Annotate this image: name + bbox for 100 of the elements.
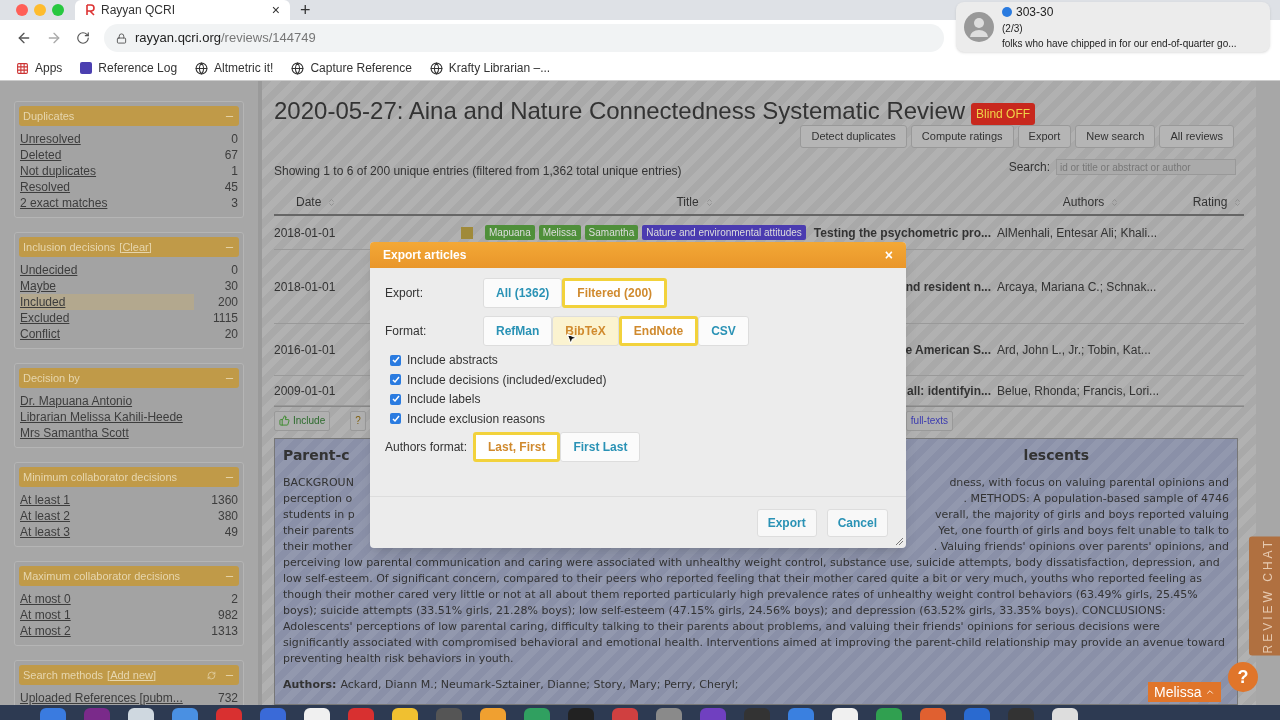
refresh-icon[interactable] (207, 670, 216, 680)
entries-summary: Showing 1 to 6 of 200 unique entries (filtered from 1,362 total unique entries) (274, 163, 682, 180)
filter-item[interactable]: At most 0 2 (20, 591, 238, 607)
filter-item[interactable]: Not duplicates 1 (20, 163, 238, 179)
dock-app-icon[interactable] (832, 708, 858, 720)
bookmark[interactable]: Krafty Librarian –... (429, 59, 551, 77)
url-text: rayyan.qcri.org/reviews/144749 (135, 29, 316, 48)
blind-status-badge[interactable]: Blind OFF (971, 103, 1036, 125)
checkbox[interactable] (390, 374, 401, 386)
filter-item[interactable]: Conflict 20 (20, 326, 238, 342)
notification-title: 303-30 (1016, 4, 1054, 21)
dock-app-icon[interactable] (1052, 708, 1078, 720)
export-option[interactable]: Filtered (200) (562, 278, 668, 308)
date-cell-text: 2018-01-01 (274, 278, 336, 296)
title-cell[interactable]: nd resident n... (905, 277, 991, 296)
filter-item[interactable]: Included 200 (20, 294, 238, 310)
format-option[interactable]: CSV (698, 316, 749, 346)
toolbar-button[interactable]: Compute ratings (910, 125, 1014, 148)
dock-app-icon[interactable] (304, 708, 330, 720)
reload-icon[interactable] (76, 31, 90, 45)
dock-app-icon[interactable] (392, 708, 418, 720)
filter-item[interactable]: At most 1 982 (20, 607, 238, 623)
column-header[interactable]: Date (274, 193, 399, 211)
close-window-icon[interactable] (16, 4, 28, 16)
checkbox[interactable] (390, 393, 401, 405)
include-button[interactable]: Include (274, 410, 331, 431)
toolbar-button[interactable]: Detect duplicates (800, 125, 907, 148)
filter-item[interactable]: Librarian Melissa Kahili-Heede (20, 409, 238, 425)
abstract-text: perceiving low parental communication and caring were associated with unhealthy weight control, substance use, suicide attempts, body dissatisfaction, depression, and low self-esteem. Of significant concern, compared to their peers who reported feeling that their mother cared quite a bit or very much, youths who reported feeling as though their mother cared very little or not at all about them reported particularly high prevalence rates of unhealthy weight control behaviors (63.49% girls, 25.45% boys); suicide attempts (33.51% girls, 21.28% boys); low self-esteem (47.15% girls, 24.56% boys); and depression (63.52% girls, 33.35% boys). CONCLUSIONS: Adolescents' perceptions of low parental caring, difficulty talking to their parents about problems, and valuing their friends' opinions for serious decisions were significantly associated with compromised behavioral and emotional health. Interventions aimed at improving the parent-child relationship may provide an avenue toward preventing health risk behaviors in youth. (283, 555, 1226, 667)
minimize-window-icon[interactable] (34, 4, 46, 16)
abstract-line: their parents (283, 523, 354, 539)
filter-item[interactable]: Dr. Mapuana Antonio (20, 393, 238, 409)
cancel-button[interactable]: Cancel (826, 508, 888, 537)
label-tag[interactable]: Nature and environmental attitudes (642, 225, 806, 240)
browser-tab[interactable]: Rayyan QCRI × (75, 0, 290, 20)
notification-message: folks who have chipped in for our end-of-quarter go... (1002, 37, 1237, 51)
filter-item[interactable]: At least 3 49 (20, 524, 238, 540)
new-tab-button[interactable]: + (300, 1, 311, 19)
sort-icon[interactable] (1110, 197, 1120, 207)
title-cell[interactable]: Testing the psychometric pro... (813, 223, 991, 242)
bookmark[interactable]: Capture Reference (291, 59, 412, 77)
column-header[interactable]: Rating (1191, 193, 1244, 211)
resize-grip-icon[interactable] (895, 537, 904, 546)
label-tag[interactable]: Samantha (584, 225, 639, 240)
full-texts-button[interactable]: full-texts (905, 410, 954, 431)
dialog-title: Export articles (383, 247, 467, 264)
filter-item[interactable]: Deleted 67 (20, 147, 238, 163)
abstract-line: Yet, one fourth of girls and boys felt unable to talk to (938, 523, 1229, 539)
checkbox[interactable] (390, 354, 401, 366)
maybe-button[interactable]: ? (350, 410, 366, 431)
toolbar-button[interactable]: Export (1017, 125, 1072, 148)
filter-item[interactable]: Mrs Samantha Scott (20, 425, 238, 441)
thumbs-up-icon (279, 415, 290, 426)
back-icon[interactable] (16, 30, 32, 46)
dock-app-icon[interactable] (480, 708, 506, 720)
checkbox[interactable] (390, 413, 401, 425)
bookmark-icon (80, 62, 93, 74)
filter-item[interactable]: Undecided 0 (20, 262, 238, 278)
sort-icon[interactable] (1233, 197, 1243, 207)
export-option[interactable]: All (1362) (483, 278, 563, 308)
bookmark[interactable]: Apps (16, 59, 63, 77)
label-tag[interactable]: Mapuana (485, 225, 535, 240)
filter-item[interactable]: Unresolved 0 (20, 131, 238, 147)
authors-format-option[interactable]: Last, First (473, 432, 561, 462)
sort-icon[interactable] (704, 197, 714, 207)
abstract-line: verall, the majority of girls and boys reported valuing (934, 507, 1229, 523)
filter-item[interactable]: 2 exact matches 3 (20, 195, 238, 211)
export-button[interactable]: Export (756, 508, 817, 537)
column-header[interactable]: Authors (991, 193, 1191, 211)
bookmark[interactable]: Altmetric it! (195, 59, 274, 77)
toolbar-button[interactable]: All reviews (1159, 125, 1234, 148)
filter-item[interactable]: Excluded 1115 (20, 310, 238, 326)
review-chat-tab[interactable]: REVIEW CHAT (1249, 535, 1280, 655)
title-cell[interactable]: e American S... (905, 340, 991, 359)
label-tag[interactable]: Melissa (538, 225, 581, 240)
abstract-title: lescents (1023, 447, 1089, 463)
notification-popup[interactable]: 303-30 (2/3) folks who have chipped in for our end-of-quarter go... (956, 2, 1270, 52)
authors-format-option[interactable]: First Last (560, 432, 641, 462)
format-option[interactable]: BibTeX (552, 316, 619, 346)
panel-title: Decision by (23, 370, 80, 386)
column-header[interactable]: Title (399, 193, 991, 211)
maximize-window-icon[interactable] (52, 4, 64, 16)
authors-cell-text: Ard, John L., Jr.; Tobin, Kat... (996, 341, 1152, 359)
bookmark[interactable]: Reference Log (80, 59, 178, 77)
sort-icon[interactable] (327, 197, 337, 207)
close-tab-button[interactable]: × (271, 0, 280, 21)
format-option[interactable]: EndNote (618, 316, 699, 346)
dock-app-icon[interactable] (128, 708, 154, 720)
filter-item[interactable]: Maybe 30 (20, 278, 238, 294)
address-bar[interactable]: rayyan.qcri.org/reviews/144749 (104, 24, 944, 52)
title-cell[interactable]: all: identifyin... (907, 381, 991, 400)
filter-item[interactable]: At least 1 1360 (20, 492, 238, 508)
forward-icon[interactable] (46, 30, 62, 46)
filter-item[interactable]: Uploaded References [pubm... 732 (20, 690, 238, 706)
toolbar-button[interactable]: New search (1075, 125, 1156, 148)
filter-item[interactable]: At least 2 380 (20, 508, 238, 524)
filter-item[interactable]: Resolved 45 (20, 179, 238, 195)
user-menu-button[interactable]: Melissa (1148, 682, 1222, 702)
format-option[interactable]: RefMan (483, 316, 553, 346)
filter-item[interactable]: At most 2 1313 (20, 623, 238, 639)
